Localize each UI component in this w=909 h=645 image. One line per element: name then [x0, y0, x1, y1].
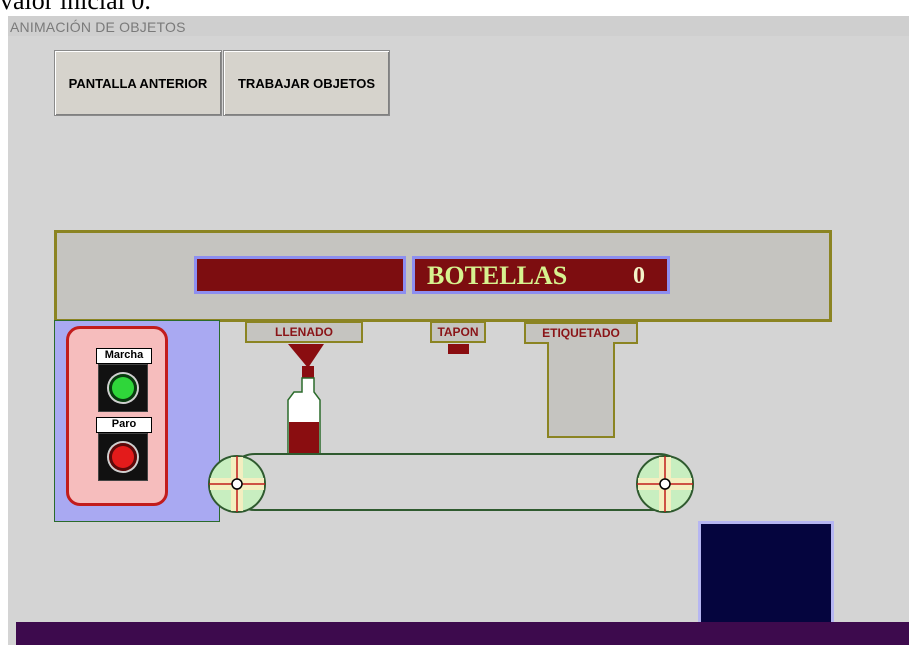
- start-label: Marcha: [96, 348, 152, 364]
- stop-label: Paro: [96, 417, 152, 433]
- labeling-press: [547, 342, 615, 438]
- output-box: [698, 521, 834, 625]
- filling-funnel-bottle-graphic: [287, 344, 324, 455]
- status-display: [194, 256, 406, 294]
- bottom-bar: [16, 622, 909, 645]
- station-cap-label: TAPON: [430, 321, 486, 343]
- stop-button[interactable]: [98, 433, 148, 481]
- prev-screen-button[interactable]: PANTALLA ANTERIOR: [54, 50, 222, 116]
- left-pulley-icon: [208, 455, 266, 513]
- hmi-window: ANIMACIÓN DE OBJETOS PANTALLA ANTERIOR T…: [8, 16, 909, 645]
- station-filling-label: LLENADO: [245, 321, 363, 343]
- stop-lamp-icon: [109, 443, 137, 471]
- right-pulley-icon: [636, 455, 694, 513]
- station-labeling-label: ETIQUETADO: [524, 322, 638, 344]
- funnel-icon: [288, 344, 324, 368]
- start-button[interactable]: [98, 364, 148, 412]
- counter-label: BOTELLAS: [427, 261, 568, 290]
- counter-value: 0: [633, 263, 645, 289]
- page-top-fragment: valor inicial 0.: [0, 0, 151, 15]
- work-objects-button[interactable]: TRABAJAR OBJETOS: [223, 50, 390, 116]
- cap-piece: [448, 344, 469, 354]
- window-title: ANIMACIÓN DE OBJETOS: [8, 16, 909, 36]
- conveyor-belt: [226, 453, 688, 511]
- bottle-counter-display: BOTELLAS 0: [412, 256, 670, 294]
- start-lamp-icon: [109, 374, 137, 402]
